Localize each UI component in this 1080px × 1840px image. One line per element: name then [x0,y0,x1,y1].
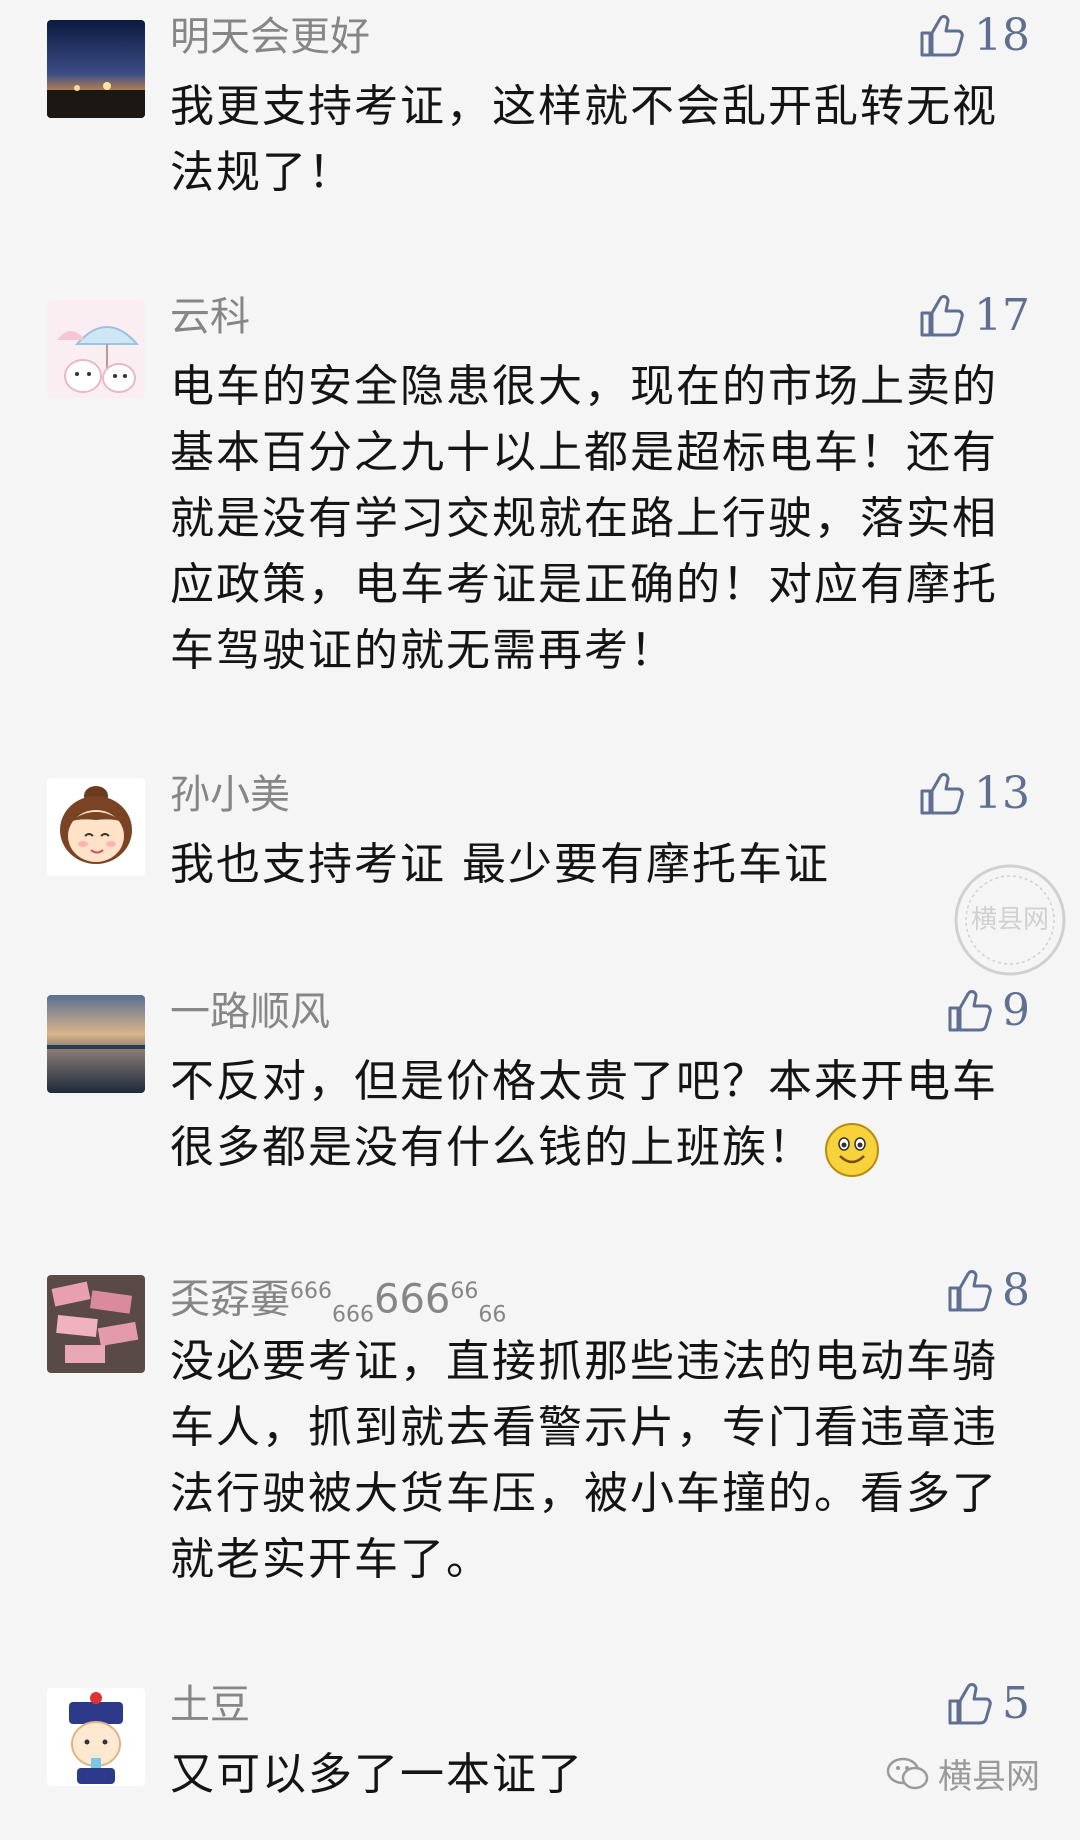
like-button[interactable]: 18 [916,8,1030,64]
like-button[interactable]: 5 [944,1676,1030,1732]
like-count: 5 [1002,1678,1030,1729]
like-button[interactable]: 9 [944,983,1030,1039]
comment-text: 没必要考证，直接抓那些违法的电动车骑车人，抓到就去看警示片，专门看违章违法行驶被… [170,1336,998,1585]
nickname[interactable]: 土豆 [170,1680,250,1730]
nickname-decoration: 666 [374,1276,451,1323]
like-count: 18 [974,10,1030,61]
like-count: 8 [1002,1265,1030,1316]
nickname[interactable]: 明天会更好 [170,12,370,62]
thumbs-up-icon [948,990,992,1032]
nickname[interactable]: 孙小美 [170,770,290,820]
nickname-decoration: 66 [450,1279,479,1304]
avatar[interactable] [47,1688,145,1786]
thumbs-up-icon [920,295,964,337]
nickname-decoration: 666 [332,1302,374,1328]
like-count: 17 [974,290,1030,341]
like-button[interactable]: 8 [944,1263,1030,1319]
avatar[interactable] [47,1275,145,1373]
wechat-icon [886,1757,929,1789]
nickname-decoration: 666 [290,1279,332,1304]
comment-text: 我也支持考证 最少要有摩托车证 [170,839,830,890]
comment-text: 不反对，但是价格太贵了吧？本来开电车很多都是没有什么钱的上班族！ [170,1049,1030,1181]
comment-text: 我更支持考证，这样就不会乱开乱转无视法规了！ [170,81,998,198]
nickname[interactable]: 一路顺风 [170,987,330,1037]
thumbs-up-icon [948,1683,992,1725]
like-button[interactable]: 17 [916,288,1030,344]
thumbs-up-icon [920,773,964,815]
brand-name: 横县网 [938,1757,1040,1797]
like-count: 13 [974,768,1030,819]
like-button[interactable]: 13 [916,766,1030,822]
nickname[interactable]: 云科 [170,292,250,342]
thumbs-up-icon [948,1270,992,1312]
like-count: 9 [1002,985,1030,1036]
smiley-emoji-icon [825,1123,879,1177]
avatar[interactable] [47,995,145,1093]
comment-text: 电车的安全隐患很大，现在的市场上卖的基本百分之九十以上都是超标电车！还有就是没有… [170,361,998,676]
thumbs-up-icon [920,15,964,57]
nickname-text: 奀孬嫑 [170,1276,290,1323]
avatar[interactable] [47,20,145,118]
watermark-seal: 横县网 [954,864,1066,976]
watermark-seal-text: 横县网 [971,905,1049,935]
avatar[interactable] [47,300,145,398]
brand-watermark: 横县网 [886,1749,1040,1798]
avatar[interactable] [47,778,145,876]
nickname-decoration: 66 [478,1302,507,1328]
